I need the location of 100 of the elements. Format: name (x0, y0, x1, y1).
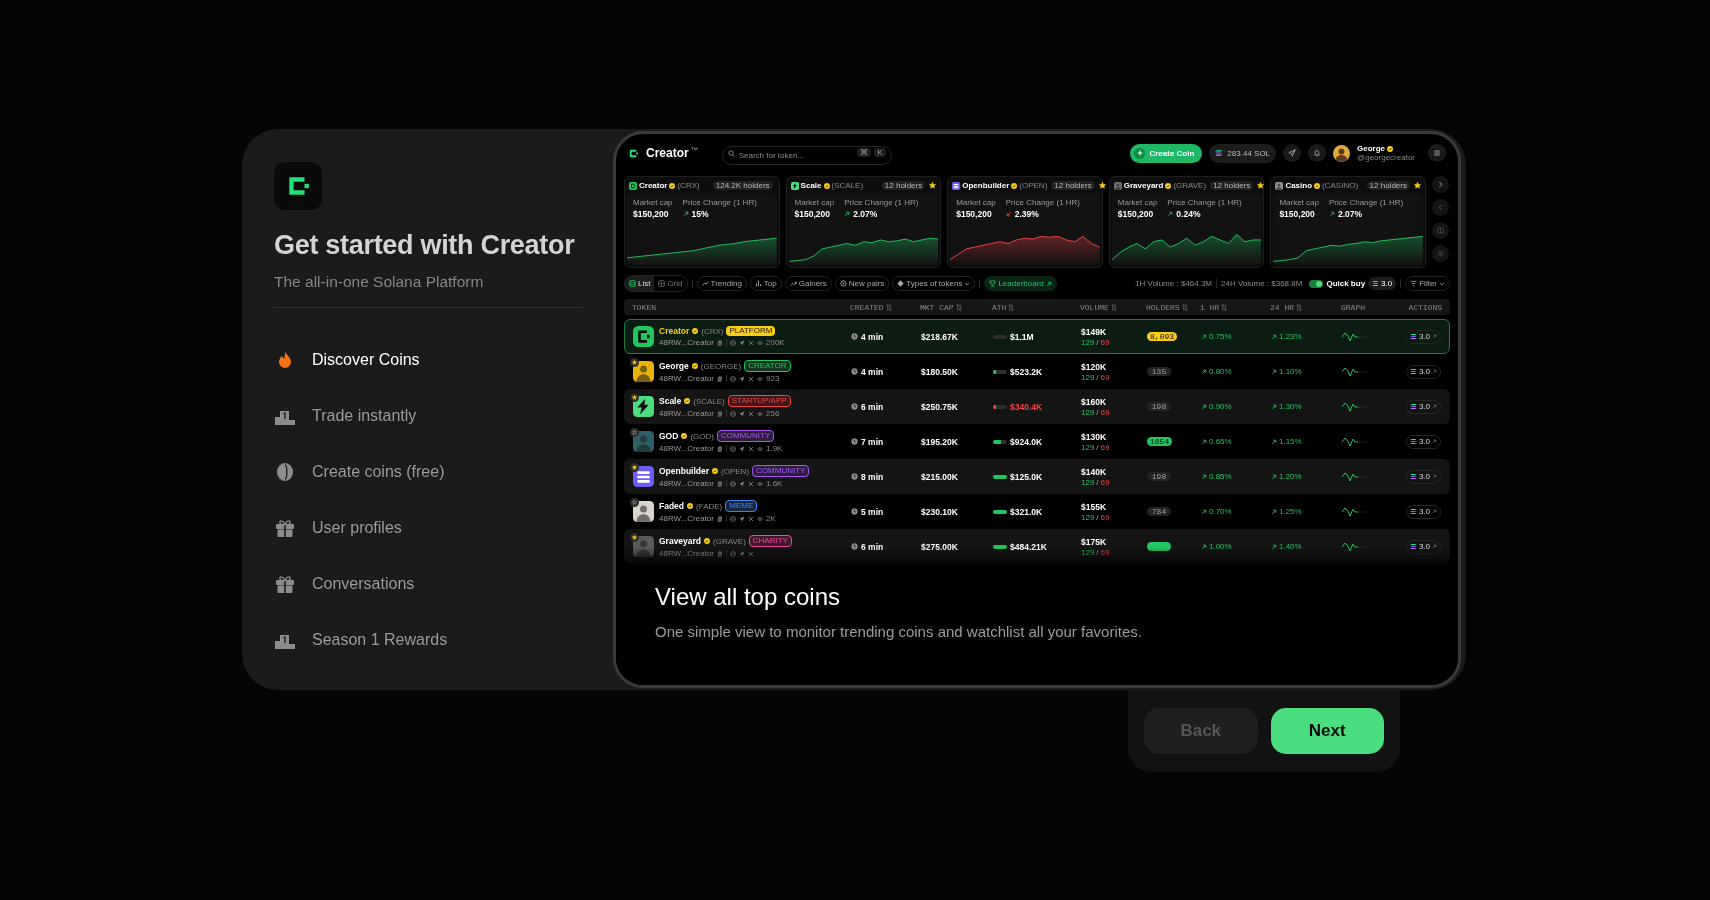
step-item[interactable]: Discover Coins (312, 351, 420, 369)
step-item[interactable]: User profiles (312, 519, 402, 537)
step-item[interactable]: Conversations (312, 575, 415, 593)
view-tab[interactable]: List (625, 276, 655, 291)
token-name[interactable]: George (659, 361, 689, 371)
change-value: 0.70% (1209, 507, 1232, 516)
table-row[interactable]: Scale (SCALE) STARTUP/APP 48RW...Creator 256 6 min $250.75K $340.4K $160K 129 / 69 198 0.90% 1.30% 3.0 (624, 389, 1450, 424)
send-icon[interactable] (739, 515, 745, 522)
token-card[interactable]: Creator (CRX) 124.2K holders Market cap $150,200 Price Change (1 HR) 15% (624, 176, 780, 268)
copy-icon[interactable] (717, 339, 723, 346)
eye-icon[interactable] (757, 480, 763, 487)
table-row[interactable]: Openbuilder (OPEN) COMMUNITY 48RW...Creator 1.6K 8 min $215.00K $125.0K $140K 129 / 69 198 0.85% 1.20% 3.0 (624, 459, 1450, 494)
globe-icon[interactable] (730, 375, 736, 382)
token-name[interactable]: Scale (659, 396, 682, 406)
send-icon[interactable] (739, 445, 745, 452)
token-card[interactable]: Openbuilder (OPEN) 12 holders Market cap $150,200 Price Change (1 HR) 2.39% (947, 176, 1103, 268)
leaderboard-link[interactable]: Leaderboard (984, 276, 1057, 291)
column-header[interactable]: HOLDERS (1146, 302, 1180, 312)
send-icon[interactable] (739, 550, 745, 557)
column-header[interactable]: 24 HR (1270, 302, 1294, 312)
eye-icon[interactable] (757, 339, 763, 346)
token-address: 48RW...Creator (659, 514, 714, 523)
star-icon[interactable] (929, 182, 937, 189)
step-item[interactable]: Season 1 Rewards (312, 631, 448, 649)
verified-icon (684, 398, 691, 404)
token-card[interactable]: Scale (SCALE) 12 holders Market cap $150,200 Price Change (1 HR) 2.07% (785, 176, 942, 268)
globe-icon[interactable] (730, 480, 736, 487)
token-name[interactable]: Graveyard (659, 536, 702, 546)
sort-icon[interactable] (1008, 303, 1015, 311)
view-tab[interactable]: Grid (654, 276, 687, 291)
wallet-balance[interactable]: 283.44 SOL (1209, 143, 1277, 163)
token-card[interactable]: Graveyard (GRAVE) 12 holders Market cap $150,200 Price Change (1 HR) 0.24% (1108, 176, 1265, 268)
token-name[interactable]: Openbuilder (659, 466, 710, 476)
sort-icon[interactable] (1110, 303, 1117, 311)
eye-icon[interactable] (757, 515, 763, 522)
x-icon[interactable] (748, 339, 754, 346)
change-value: 1.00% (1209, 542, 1232, 551)
eye-icon[interactable] (757, 410, 763, 417)
token-name[interactable]: Creator (659, 326, 690, 336)
x-icon[interactable] (748, 550, 754, 557)
step-item[interactable]: Create coins (free) (312, 463, 445, 481)
globe-icon[interactable] (730, 515, 736, 522)
globe-icon[interactable] (730, 445, 736, 452)
sort-icon[interactable] (1221, 303, 1228, 311)
menu-button[interactable] (1428, 144, 1446, 162)
quick-buy-amount[interactable]: 3.0 (1368, 277, 1397, 290)
send-button[interactable] (1283, 144, 1302, 162)
market-cap-value: $150,200 (956, 209, 993, 219)
next-button[interactable]: Next (1270, 708, 1384, 754)
notifications-button[interactable] (1308, 144, 1327, 162)
token-ticker: (SCALE) (693, 396, 725, 406)
column-header[interactable]: ACTIONS (1408, 302, 1442, 312)
sort-icon[interactable] (1296, 303, 1302, 311)
copy-icon[interactable] (717, 445, 723, 452)
copy-icon[interactable] (717, 515, 723, 522)
table-row[interactable]: Faded (FADE) MEME 48RW...Creator 2K 5 min $230.10K $321.0K $155K 129 / 69 784 0.70% 1.25% 3.0 (624, 494, 1450, 529)
step-item[interactable]: Trade instantly (312, 407, 417, 425)
sort-icon[interactable] (885, 303, 892, 311)
send-icon[interactable] (739, 375, 745, 382)
token-name[interactable]: GOD (659, 431, 679, 441)
globe-icon[interactable] (730, 410, 736, 417)
column-header[interactable]: VOLUME (1080, 302, 1109, 312)
eye-icon[interactable] (757, 445, 763, 452)
x-icon[interactable] (748, 445, 754, 452)
x-icon[interactable] (748, 410, 754, 417)
copy-icon[interactable] (717, 480, 723, 487)
token-card[interactable]: Casino (CASINO) 12 holders Market cap $150,200 Price Change (1 HR) 2.07% (1270, 176, 1426, 268)
column-header[interactable]: TOKEN (632, 302, 656, 312)
quick-buy-toggle[interactable] (1309, 279, 1324, 288)
star-icon[interactable] (1257, 182, 1265, 189)
send-icon[interactable] (739, 339, 745, 346)
column-header[interactable]: CREATED (850, 302, 884, 312)
sort-icon[interactable] (955, 303, 962, 311)
x-icon[interactable] (748, 375, 754, 382)
next-button[interactable] (1432, 176, 1450, 193)
sort-icon[interactable] (1181, 303, 1188, 311)
globe-icon[interactable] (730, 550, 736, 557)
star-icon[interactable] (1098, 182, 1106, 189)
user-avatar[interactable] (1333, 144, 1351, 162)
copy-icon[interactable] (717, 375, 723, 382)
eye-icon[interactable] (757, 375, 763, 382)
column-header[interactable]: ATH (992, 302, 1007, 312)
x-icon[interactable] (748, 515, 754, 522)
star-icon[interactable] (1413, 182, 1421, 189)
x-icon[interactable] (748, 480, 754, 487)
table-row[interactable]: GOD (GOD) COMMUNITY 48RW...Creator 1.9K 7 min $195.20K $924.0K $130K 129 / 69 1654 0.65% 1.15% 3.0 (624, 424, 1450, 459)
copy-icon[interactable] (717, 550, 723, 557)
send-icon[interactable] (739, 410, 745, 417)
globe-icon[interactable] (730, 339, 736, 346)
table-row[interactable]: Creator (CRX) PLATFORM 48RW...Creator 200K 4 min $218.67K $1.1M $149K 129 / 69 8,093 0.75% 1.23% 3.0 (624, 319, 1450, 354)
arrow-up-right-icon (1432, 439, 1437, 444)
table-row[interactable]: George (GEORGE) CREATOR 48RW...Creator 923 4 min $180.50K $523.2K $120K 129 / 69 135 0.80% 1.10% 3.0 (624, 354, 1450, 389)
send-icon[interactable] (739, 480, 745, 487)
column-header[interactable]: GRAPH (1341, 302, 1365, 312)
badge-icon (839, 280, 847, 287)
column-header[interactable]: 1 HR (1200, 302, 1220, 312)
copy-icon[interactable] (717, 410, 723, 417)
table-row[interactable]: Graveyard (GRAVE) CHARITY 48RW...Creator 6 min $275.00K $484.21K $175K 129 / 69 1.00% 1.40% 3.0 (624, 529, 1450, 564)
column-header[interactable]: MKT CAP (920, 302, 954, 312)
token-name[interactable]: Faded (659, 501, 685, 511)
